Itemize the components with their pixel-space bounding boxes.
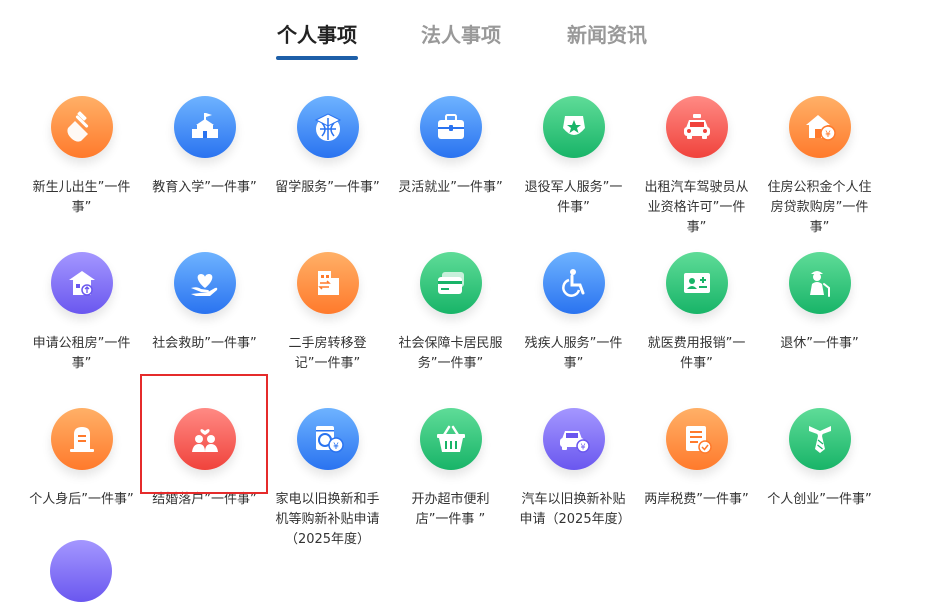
military-badge-icon [542, 96, 605, 158]
service-label: 汽车以旧换新补贴申请（2025年度） [519, 492, 631, 527]
service-label: 住房公积金个人住房贷款购房”一件事” [767, 180, 872, 235]
service-education-enrollment[interactable]: 教育入学”一件事” [143, 96, 266, 252]
service-taxi-license[interactable]: 出租汽车驾驶员从业资格许可”一件事” [635, 96, 758, 252]
card-icon [419, 252, 482, 314]
service-public-rental-housing[interactable]: 申请公租房”一件事” [20, 252, 143, 408]
taxi-icon [665, 96, 728, 158]
tab-personal[interactable]: 个人事项 [276, 18, 358, 64]
briefcase-icon [419, 96, 482, 158]
svg-text:¥: ¥ [580, 443, 585, 452]
shopping-basket-icon [419, 408, 482, 470]
service-label: 残疾人服务”一件事” [524, 336, 623, 371]
tab-news[interactable]: 新闻资讯 [566, 18, 648, 64]
baby-bottle-icon [50, 96, 113, 158]
public-housing-icon [50, 252, 113, 314]
category-tabs: 个人事项 法人事项 新闻资讯 [0, 18, 928, 64]
service-label: 申请公租房”一件事” [32, 336, 131, 371]
service-label: 个人身后”一件事” [29, 492, 134, 507]
service-label: 灵活就业”一件事” [398, 180, 503, 195]
service-veterans[interactable]: 退役军人服务”一件事” [512, 96, 635, 252]
service-label: 退休”一件事” [780, 336, 859, 351]
tab-legal-entity[interactable]: 法人事项 [420, 18, 502, 64]
appliance-subsidy-icon: ¥ [296, 408, 359, 470]
building-transfer-icon [296, 252, 359, 314]
service-label: 家电以旧换新和手机等购新补贴申请（2025年度） [275, 492, 380, 547]
service-marriage-household[interactable]: 结婚落户”一件事” [143, 408, 266, 564]
heart-hand-icon [173, 252, 236, 314]
wheelchair-icon [542, 252, 605, 314]
service-personal-entrepreneurship[interactable]: 个人创业”一件事” [758, 408, 881, 564]
service-medical-reimbursement[interactable]: 就医费用报销”一件事” [635, 252, 758, 408]
medical-card-icon [665, 252, 728, 314]
service-label: 社会保障卡居民服务”一件事” [398, 336, 503, 371]
service-label: 开办超市便利店”一件事 ” [411, 492, 490, 527]
service-label: 教育入学”一件事” [152, 180, 257, 195]
service-open-convenience-store[interactable]: 开办超市便利店”一件事 ” [389, 408, 512, 564]
couple-icon [173, 408, 236, 470]
elderly-icon [788, 252, 851, 314]
service-second-hand-house[interactable]: 二手房转移登记”一件事” [266, 252, 389, 408]
graduation-globe-icon [296, 96, 359, 158]
service-label: 社会救助”一件事” [152, 336, 257, 351]
service-label: 二手房转移登记”一件事” [288, 336, 367, 371]
service-appliance-subsidy[interactable]: ¥ 家电以旧换新和手机等购新补贴申请（2025年度） [266, 408, 389, 564]
service-social-security-card[interactable]: 社会保障卡居民服务”一件事” [389, 252, 512, 408]
house-yuan-icon: ¥ [788, 96, 851, 158]
service-retirement[interactable]: 退休”一件事” [758, 252, 881, 408]
service-flexible-employment[interactable]: 灵活就业”一件事” [389, 96, 512, 252]
service-label: 两岸税费”一件事” [644, 492, 749, 507]
tax-document-icon [665, 408, 728, 470]
service-grid: 新生儿出生”一件事” 教育入学”一件事” 留学服务”一件事” 灵活就业”一件事”… [20, 96, 881, 564]
service-label: 结婚落户”一件事” [152, 492, 257, 507]
svg-text:¥: ¥ [825, 130, 831, 140]
service-newborn[interactable]: 新生儿出生”一件事” [20, 96, 143, 252]
service-social-assistance[interactable]: 社会救助”一件事” [143, 252, 266, 408]
next-row-icon-partial[interactable] [50, 540, 112, 602]
memorial-icon [50, 408, 113, 470]
service-label: 留学服务”一件事” [275, 180, 380, 195]
tie-icon [788, 408, 851, 470]
svg-text:¥: ¥ [333, 442, 339, 452]
car-subsidy-icon: ¥ [542, 408, 605, 470]
service-housing-fund-loan[interactable]: ¥ 住房公积金个人住房贷款购房”一件事” [758, 96, 881, 252]
service-label: 个人创业”一件事” [767, 492, 872, 507]
service-label: 退役军人服务”一件事” [524, 180, 623, 215]
service-label: 就医费用报销”一件事” [647, 336, 746, 371]
service-label: 新生儿出生”一件事” [32, 180, 131, 215]
service-cross-strait-tax[interactable]: 两岸税费”一件事” [635, 408, 758, 564]
service-label: 出租汽车驾驶员从业资格许可”一件事” [644, 180, 749, 235]
service-study-abroad[interactable]: 留学服务”一件事” [266, 96, 389, 252]
school-icon [173, 96, 236, 158]
service-car-trade-in-subsidy[interactable]: ¥ 汽车以旧换新补贴申请（2025年度） [512, 408, 635, 564]
service-disability[interactable]: 残疾人服务”一件事” [512, 252, 635, 408]
